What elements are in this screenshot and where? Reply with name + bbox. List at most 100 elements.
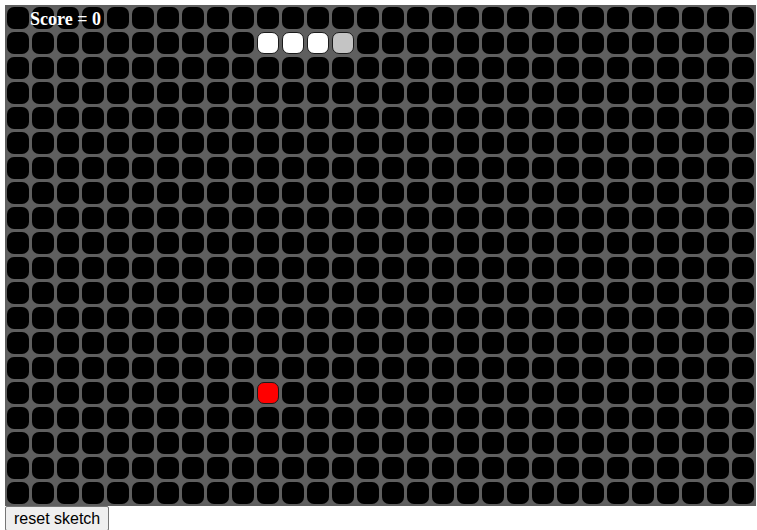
grid-cell <box>582 357 604 379</box>
grid-cell <box>482 182 504 204</box>
grid-cell <box>32 457 54 479</box>
grid-cell <box>207 157 229 179</box>
grid-cell <box>57 282 79 304</box>
grid-cell <box>232 432 254 454</box>
grid-cell <box>132 407 154 429</box>
grid-cell <box>232 282 254 304</box>
grid-cell <box>157 32 179 54</box>
grid-cell <box>507 132 529 154</box>
grid-cell <box>607 257 629 279</box>
grid-cell <box>432 7 454 29</box>
grid-cell <box>332 7 354 29</box>
grid-cell <box>107 257 129 279</box>
grid-cell <box>282 57 304 79</box>
grid-cell <box>532 182 554 204</box>
grid-cell <box>57 457 79 479</box>
grid-cell <box>682 457 704 479</box>
grid-cell <box>32 207 54 229</box>
grid-cell <box>607 232 629 254</box>
grid-cell <box>307 332 329 354</box>
grid-cell <box>632 7 654 29</box>
grid-cell <box>382 207 404 229</box>
grid-cell <box>407 307 429 329</box>
grid-cell <box>307 107 329 129</box>
grid-cell <box>82 332 104 354</box>
grid-cell <box>457 382 479 404</box>
grid-cell <box>32 382 54 404</box>
grid-cell <box>132 157 154 179</box>
grid-cell <box>657 232 679 254</box>
grid-cell <box>282 107 304 129</box>
grid-cell <box>582 432 604 454</box>
grid-cell <box>7 332 29 354</box>
grid-cell <box>482 457 504 479</box>
grid-cell <box>682 57 704 79</box>
grid-cell <box>507 432 529 454</box>
grid-cell <box>107 307 129 329</box>
grid-cell <box>732 82 754 104</box>
grid-cell <box>707 232 729 254</box>
grid-cell <box>657 57 679 79</box>
grid-cell <box>357 457 379 479</box>
grid-cell <box>732 432 754 454</box>
grid-cell <box>257 332 279 354</box>
grid-cell <box>357 232 379 254</box>
grid-cell <box>482 7 504 29</box>
grid-cell <box>607 7 629 29</box>
grid-cell <box>632 57 654 79</box>
grid-cell <box>532 332 554 354</box>
grid-cell <box>32 132 54 154</box>
grid-cell <box>732 7 754 29</box>
grid-cell <box>682 282 704 304</box>
grid-cell <box>132 132 154 154</box>
grid-cell <box>107 332 129 354</box>
grid-cell <box>132 307 154 329</box>
grid-cell <box>132 332 154 354</box>
grid-cell <box>732 382 754 404</box>
grid-cell <box>107 107 129 129</box>
grid-cell <box>107 382 129 404</box>
grid-cell <box>207 207 229 229</box>
grid-cell <box>432 332 454 354</box>
grid-cell <box>707 107 729 129</box>
grid-cell <box>282 282 304 304</box>
grid-cell <box>607 457 629 479</box>
grid-cell <box>307 132 329 154</box>
grid-cell <box>332 407 354 429</box>
grid-cell <box>7 107 29 129</box>
grid-cell <box>457 182 479 204</box>
grid-cell <box>332 382 354 404</box>
grid-cell <box>282 407 304 429</box>
grid-cell <box>232 32 254 54</box>
grid-cell <box>332 207 354 229</box>
grid-cell <box>382 182 404 204</box>
grid-cell <box>57 132 79 154</box>
grid-cell <box>607 407 629 429</box>
reset-button[interactable]: reset sketch <box>5 506 109 530</box>
grid-cell <box>107 182 129 204</box>
grid-cell <box>407 282 429 304</box>
grid-cell <box>207 32 229 54</box>
grid-cell <box>307 207 329 229</box>
grid-cell <box>582 382 604 404</box>
grid-cell <box>482 157 504 179</box>
grid-cell <box>557 57 579 79</box>
grid-cell <box>507 32 529 54</box>
grid-cell <box>582 7 604 29</box>
grid-cell <box>357 207 379 229</box>
grid-cell <box>482 107 504 129</box>
grid-cell <box>732 357 754 379</box>
grid-cell <box>557 82 579 104</box>
grid-cell <box>132 357 154 379</box>
grid-cell <box>7 57 29 79</box>
grid-cell <box>57 57 79 79</box>
grid-cell <box>532 257 554 279</box>
grid-cell <box>657 82 679 104</box>
grid-cell <box>707 57 729 79</box>
grid-cell <box>207 457 229 479</box>
grid-cell <box>32 157 54 179</box>
grid-cell <box>382 157 404 179</box>
grid-cell <box>332 157 354 179</box>
grid-cell <box>682 82 704 104</box>
grid-cell <box>157 357 179 379</box>
